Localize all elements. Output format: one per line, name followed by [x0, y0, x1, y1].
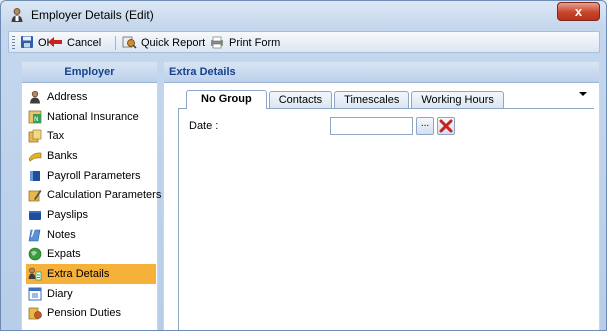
- nav-item-label: National Insurance: [47, 110, 139, 123]
- date-picker-button[interactable]: ...: [416, 117, 434, 135]
- employer-person-icon: [9, 7, 25, 23]
- tab-working-hours[interactable]: Working Hours: [411, 91, 504, 108]
- ni-icon: N: [28, 110, 42, 124]
- nav-item-expats[interactable]: Expats: [26, 245, 156, 265]
- notes-icon: [28, 228, 42, 242]
- date-input[interactable]: [330, 117, 413, 135]
- nav-item-label: Payslips: [47, 208, 88, 221]
- red-x-icon: [438, 119, 454, 137]
- clear-date-button[interactable]: [437, 117, 455, 135]
- tab-content: [178, 108, 594, 330]
- extra-details-icon: [28, 267, 42, 281]
- tab-timescales[interactable]: Timescales: [334, 91, 410, 108]
- svg-text:N: N: [34, 116, 39, 123]
- quick-report-button[interactable]: Quick Report: [121, 35, 205, 51]
- nav-item-tax[interactable]: Tax: [26, 126, 156, 146]
- nav-item-calculation-parameters[interactable]: Calculation Parameters: [26, 185, 161, 205]
- print-form-icon: [209, 35, 225, 52]
- nav-item-label: Diary: [47, 287, 73, 300]
- extra-details-header: Extra Details: [164, 62, 599, 83]
- employer-nav-panel: Employer Address N National Insurance Ta…: [21, 61, 161, 330]
- payslip-icon: [28, 208, 42, 222]
- nav-item-label: Extra Details: [47, 268, 110, 281]
- employer-panel-header: Employer: [22, 62, 157, 83]
- quick-report-icon: [121, 35, 137, 52]
- close-button[interactable]: x: [557, 2, 600, 21]
- extra-details-panel: Extra Details No Group Contacts Timescal…: [163, 61, 600, 330]
- title-bar[interactable]: Employer Details (Edit) x: [1, 1, 606, 29]
- tab-overflow-dropdown-icon[interactable]: [579, 92, 587, 96]
- globe-icon: [28, 247, 42, 261]
- tab-no-group[interactable]: No Group: [186, 90, 267, 109]
- book-icon: [28, 169, 42, 183]
- nav-item-address[interactable]: Address: [26, 87, 156, 107]
- cancel-label: Cancel: [67, 37, 102, 49]
- tax-icon: [28, 129, 42, 143]
- nav-item-label: Banks: [47, 149, 78, 162]
- print-form-button[interactable]: Print Form: [209, 35, 280, 51]
- nav-item-banks[interactable]: Banks: [26, 146, 156, 166]
- save-disk-icon: [20, 35, 34, 52]
- nav-item-payroll-parameters[interactable]: Payroll Parameters: [26, 166, 156, 186]
- back-arrow-icon: [47, 35, 63, 52]
- window-title: Employer Details (Edit): [31, 8, 154, 22]
- pension-icon: [28, 306, 42, 320]
- banks-icon: [28, 149, 42, 163]
- date-label: Date :: [189, 120, 219, 132]
- nav-item-label: Pension Duties: [47, 307, 121, 320]
- diary-icon: [28, 287, 42, 301]
- print-form-label: Print Form: [229, 37, 281, 49]
- nav-item-label: Notes: [47, 228, 76, 241]
- tab-contacts[interactable]: Contacts: [268, 91, 333, 108]
- employer-details-window: Employer Details (Edit) x OK Cancel Quic…: [0, 0, 607, 331]
- nav-item-pension-duties[interactable]: Pension Duties: [26, 304, 156, 324]
- nav-item-extra-details[interactable]: Extra Details: [26, 264, 156, 284]
- toolbar: OK Cancel Quick Report Print Form: [8, 31, 600, 53]
- quick-report-label: Quick Report: [141, 37, 206, 49]
- nav-item-label: Payroll Parameters: [47, 169, 141, 182]
- nav-item-label: Tax: [47, 130, 65, 143]
- toolbar-separator: [115, 36, 116, 50]
- pencil-icon: [28, 188, 42, 202]
- cancel-button[interactable]: Cancel: [47, 35, 101, 51]
- person-icon: [28, 90, 42, 104]
- nav-item-label: Calculation Parameters: [47, 189, 162, 202]
- tab-strip: No Group Contacts Timescales Working Hou…: [186, 90, 506, 109]
- nav-item-payslips[interactable]: Payslips: [26, 205, 156, 225]
- nav-item-label: Expats: [47, 248, 81, 261]
- nav-item-notes[interactable]: Notes: [26, 225, 156, 245]
- employer-nav-list: Address N National Insurance Tax Banks P…: [26, 87, 161, 324]
- nav-item-diary[interactable]: Diary: [26, 284, 156, 304]
- toolbar-grip[interactable]: [12, 36, 15, 49]
- nav-item-label: Address: [47, 90, 88, 103]
- nav-item-national-insurance[interactable]: N National Insurance: [26, 107, 156, 127]
